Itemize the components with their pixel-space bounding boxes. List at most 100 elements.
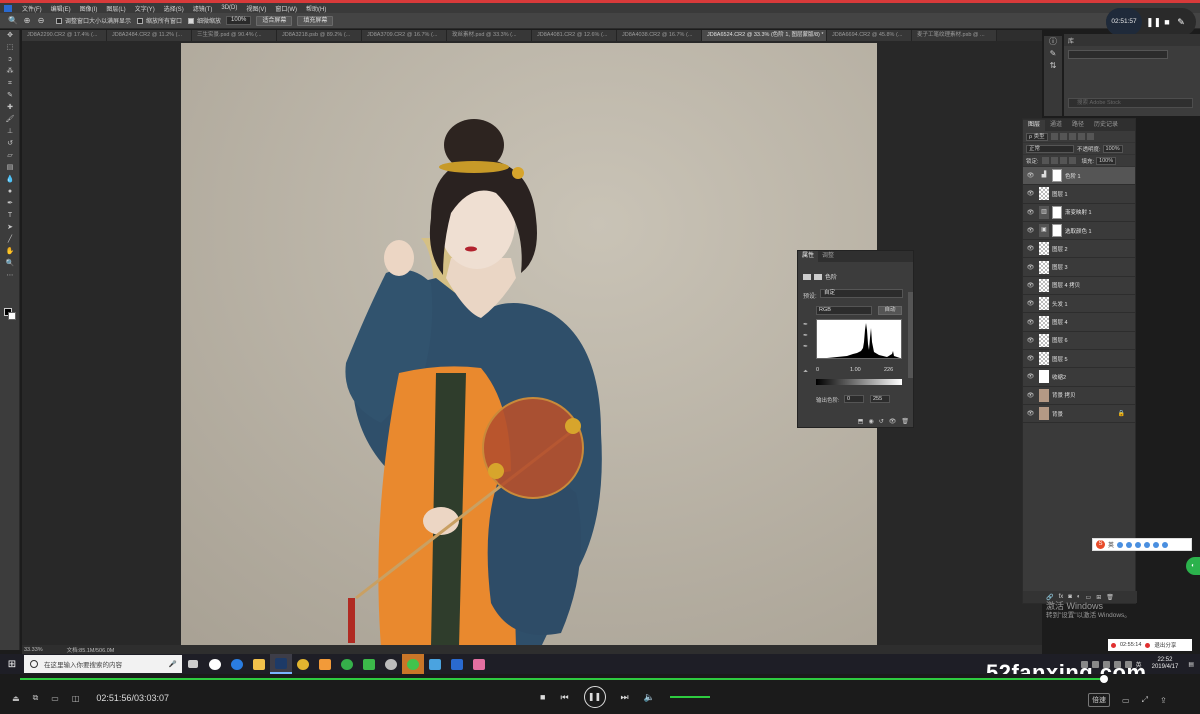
green-floating-icon[interactable]: ◐	[1186, 557, 1200, 575]
dodge-tool-icon[interactable]: ●	[0, 186, 20, 198]
file-explorer-icon[interactable]	[248, 654, 270, 674]
layer-thumbnail[interactable]	[1039, 388, 1049, 402]
volume-slider[interactable]	[669, 696, 710, 698]
zoom-tool-icon[interactable]: 🔍	[0, 258, 20, 270]
window-icon[interactable]: ⧉	[33, 693, 39, 703]
zoom-percent-field[interactable]: 100%	[226, 16, 252, 25]
doc-tab[interactable]: 三生实景.psd @ 90.4% (...	[192, 30, 277, 41]
layer-thumbnail[interactable]: ▣	[1039, 224, 1049, 238]
layer-visibility-icon[interactable]: 👁	[1026, 373, 1035, 380]
ime-voice-icon[interactable]	[1135, 541, 1142, 548]
tab-history[interactable]: 历史记录	[1089, 120, 1123, 131]
layer-visibility-icon[interactable]: 👁	[1026, 282, 1035, 289]
layer-mask-thumbnail[interactable]	[1052, 169, 1062, 183]
blur-tool-icon[interactable]: 💧	[0, 174, 20, 186]
move-tool-icon[interactable]: ✥	[0, 30, 20, 42]
gradient-tool-icon[interactable]: ▤	[0, 162, 20, 174]
sogou-logo-icon[interactable]: S	[1096, 540, 1105, 549]
doc-tab[interactable]: JD8A4038.CR2 @ 16.7% (...	[617, 30, 702, 41]
layer-thumbnail[interactable]	[1039, 315, 1049, 329]
adjust-icon[interactable]: ⇅	[1044, 60, 1062, 72]
progress-knob[interactable]	[1100, 675, 1109, 683]
healing-tool-icon[interactable]: ✚	[0, 102, 20, 114]
subtitles-icon[interactable]: ▭	[1122, 696, 1130, 705]
tab-paths[interactable]: 路径	[1067, 120, 1089, 131]
new-layer-icon[interactable]: ⊞	[1096, 594, 1101, 601]
output-black[interactable]: 0	[844, 395, 864, 403]
auto-button[interactable]: 自动	[878, 306, 902, 315]
layer-visibility-icon[interactable]: 👁	[1026, 319, 1035, 326]
clone-stamp-tool-icon[interactable]: ⊥	[0, 126, 20, 138]
zoom-out-icon[interactable]: ⊖	[36, 16, 46, 26]
layer-row[interactable]: 👁 图层 5	[1023, 350, 1135, 369]
brush-settings-icon[interactable]: ✎	[1044, 48, 1062, 60]
input-black[interactable]: 0	[816, 367, 819, 373]
doc-tab-active[interactable]: JD8A6524.CR2 @ 33.3% (色阶 1, 图层蒙版/8) *	[702, 30, 827, 41]
layer-visibility-icon[interactable]: 👁	[1026, 245, 1035, 252]
marquee-tool-icon[interactable]: ⬚	[0, 42, 20, 54]
layer-thumbnail[interactable]	[1039, 333, 1049, 347]
layer-mask-thumbnail[interactable]	[1052, 205, 1062, 219]
layer-thumbnail[interactable]	[1039, 297, 1049, 311]
app-petals-icon[interactable]	[204, 654, 226, 674]
layer-mask-thumbnail[interactable]	[1052, 224, 1062, 238]
layer-row[interactable]: 👁 头发 1	[1023, 295, 1135, 314]
layer-thumbnail[interactable]	[1039, 352, 1049, 366]
layer-row[interactable]: 👁 ▟ 色阶 1	[1023, 167, 1135, 186]
doc-tab[interactable]: JD8A2290.CR2 @ 17.4% (...	[22, 30, 107, 41]
tab-channels[interactable]: 通道	[1045, 120, 1067, 131]
layer-visibility-icon[interactable]: 👁	[1026, 227, 1035, 234]
wechat-icon[interactable]	[402, 654, 424, 674]
library-dropdown[interactable]	[1068, 50, 1168, 59]
exit-share-button[interactable]: 退出分享	[1154, 641, 1176, 649]
layer-thumbnail[interactable]	[1039, 278, 1049, 292]
clip-to-layer-icon[interactable]: ⬒	[858, 418, 864, 425]
taskbar-clock[interactable]: 22:52 2019/4/17	[1152, 657, 1179, 671]
menu-file[interactable]: 文件(F)	[22, 4, 42, 13]
new-group-icon[interactable]: ▭	[1086, 594, 1092, 601]
hand-tool-icon[interactable]: ✋	[0, 246, 20, 258]
stop-icon[interactable]: ■	[540, 692, 545, 702]
previous-icon[interactable]: ⏮	[560, 692, 568, 703]
ime-emoji-icon[interactable]	[1126, 541, 1133, 548]
lock-transparency-icon[interactable]	[1041, 157, 1049, 164]
properties-scrollbar[interactable]	[908, 292, 913, 378]
preset-dropdown[interactable]: 自定	[820, 289, 903, 298]
layer-row[interactable]: 👁 收缩2	[1023, 368, 1135, 387]
stop-icon[interactable]: ■	[1160, 17, 1174, 27]
layer-thumbnail[interactable]	[1039, 407, 1049, 420]
chrome-icon[interactable]	[292, 654, 314, 674]
layer-thumbnail[interactable]	[1039, 187, 1049, 201]
layer-visibility-icon[interactable]: 👁	[1026, 172, 1035, 179]
history-brush-tool-icon[interactable]: ↺	[0, 138, 20, 150]
pen-icon[interactable]: ✎	[1174, 17, 1188, 28]
app-blue-icon[interactable]	[446, 654, 468, 674]
taskbar-search[interactable]: 在这里输入你要搜索的内容 🎤	[24, 655, 182, 673]
more-tools-icon[interactable]: ⋯	[0, 270, 20, 282]
path-select-tool-icon[interactable]: ➤	[0, 222, 20, 234]
new-adjustment-icon[interactable]: ◐	[1077, 594, 1081, 600]
ime-tools-icon[interactable]	[1162, 541, 1169, 548]
type-filter-icon[interactable]	[1068, 133, 1076, 140]
pixel-filter-icon[interactable]	[1050, 133, 1058, 140]
quick-select-tool-icon[interactable]: ⁂	[0, 66, 20, 78]
progress-bar[interactable]	[20, 678, 1105, 680]
share-icon[interactable]: ⇪	[1160, 696, 1167, 705]
app-gray-circle-icon[interactable]	[380, 654, 402, 674]
app-photos-icon[interactable]	[424, 654, 446, 674]
clipping-warning-icon[interactable]: ⏶	[803, 369, 811, 377]
status-zoom[interactable]: 33.33%	[24, 647, 43, 653]
pen-tool-icon[interactable]: ✒	[0, 198, 20, 210]
doc-tab[interactable]: JD8A2484.CR2 @ 11.2% (...	[107, 30, 192, 41]
layer-row[interactable]: 👁 图层 3	[1023, 258, 1135, 277]
app-pink-icon[interactable]	[468, 654, 490, 674]
app-green-circle-icon[interactable]	[336, 654, 358, 674]
library-tab[interactable]: 库	[1068, 36, 1074, 45]
shape-filter-icon[interactable]	[1077, 133, 1085, 140]
layer-thumbnail[interactable]: ▟	[1039, 169, 1049, 183]
zoom-tool-icon[interactable]: 🔍	[8, 16, 18, 26]
tab-adjustments[interactable]: 调整	[818, 251, 838, 262]
zoom-in-icon[interactable]: ⊕	[22, 16, 32, 26]
speed-button[interactable]: 倍速	[1088, 693, 1110, 707]
lock-pixels-icon[interactable]	[1050, 157, 1058, 164]
